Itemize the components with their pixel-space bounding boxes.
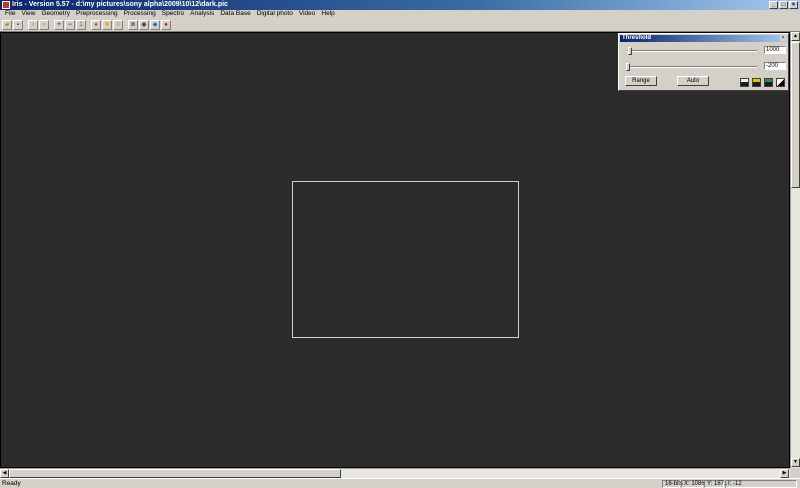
- selection-rectangle[interactable]: [292, 181, 519, 338]
- palette-yellow-icon[interactable]: [752, 78, 761, 87]
- title-bar: Iris - Version 5.57 - d:\my pictures\son…: [0, 0, 800, 10]
- menu-video[interactable]: Video: [296, 10, 319, 18]
- color-red-icon[interactable]: ●: [91, 19, 101, 30]
- low-threshold-slider-thumb[interactable]: [626, 63, 630, 71]
- palette-gray-icon[interactable]: [740, 78, 749, 87]
- close-button[interactable]: ×: [789, 1, 798, 9]
- horizontal-scrollbar[interactable]: ◀ ▶: [0, 468, 790, 478]
- low-threshold-input[interactable]: -200: [764, 62, 786, 70]
- app-icon: [2, 1, 10, 9]
- scroll-right-icon[interactable]: ▶: [780, 469, 789, 478]
- minimize-button[interactable]: _: [769, 1, 778, 9]
- vertical-scrollbar[interactable]: ▲ ▼: [790, 32, 800, 468]
- high-threshold-input[interactable]: 1000: [764, 46, 786, 54]
- menu-processing[interactable]: Processing: [121, 10, 159, 18]
- zoom-out-icon[interactable]: −: [65, 19, 75, 30]
- menu-analysis[interactable]: Analysis: [187, 10, 217, 18]
- save-icon[interactable]: ▪: [13, 19, 23, 30]
- menu-preprocessing[interactable]: Preprocessing: [73, 10, 121, 18]
- scroll-down-icon[interactable]: ▼: [791, 458, 800, 467]
- horizontal-scroll-thumb[interactable]: [9, 469, 341, 478]
- window-title: Iris - Version 5.57 - d:\my pictures\son…: [12, 1, 228, 8]
- threshold-panel: Threshold × 1000 -200 Range Auto: [618, 33, 789, 91]
- high-threshold-slider-thumb[interactable]: [628, 47, 632, 55]
- undo-icon[interactable]: ‹: [28, 19, 38, 30]
- maximize-button[interactable]: □: [779, 1, 788, 9]
- menu-file[interactable]: File: [2, 10, 18, 18]
- bit-depth-readout: 16-bits: [662, 480, 683, 488]
- threshold-title: Threshold: [620, 35, 787, 42]
- scroll-corner: [790, 468, 800, 478]
- menu-data-base[interactable]: Data Base: [217, 10, 253, 18]
- high-threshold-slider[interactable]: [627, 50, 757, 52]
- intensity-readout: I: -12: [725, 480, 797, 488]
- toolbar: ▰ ▪ ‹ › + − 1 ● ■ ≡ ≣ ◉ ◆ ●: [0, 18, 800, 32]
- zoom-1-icon[interactable]: 1: [76, 19, 86, 30]
- scroll-left-icon[interactable]: ◀: [0, 469, 9, 478]
- histogram-icon[interactable]: ≡: [113, 19, 123, 30]
- menu-geometry[interactable]: Geometry: [38, 10, 73, 18]
- status-bar: Ready 16-bits X: 1086 Y: 1871 I: -12: [0, 478, 800, 488]
- low-threshold-slider[interactable]: [627, 66, 757, 68]
- auto-button[interactable]: Auto: [677, 76, 709, 86]
- menu-help[interactable]: Help: [318, 10, 337, 18]
- x-coordinate-readout: X: 1086: [681, 480, 705, 488]
- camera-icon[interactable]: ◉: [139, 19, 149, 30]
- menu-bar: File View Geometry Preprocessing Process…: [0, 10, 800, 18]
- redo-icon[interactable]: ›: [39, 19, 49, 30]
- scroll-up-icon[interactable]: ▲: [791, 32, 800, 41]
- record-icon[interactable]: ●: [161, 19, 171, 30]
- y-coordinate-readout: Y: 1871: [704, 480, 727, 488]
- window-controls: _ □ ×: [769, 1, 798, 9]
- open-folder-icon[interactable]: ▰: [2, 19, 12, 30]
- menu-view[interactable]: View: [18, 10, 38, 18]
- status-text: Ready: [2, 480, 21, 487]
- menu-digital-photo[interactable]: Digital photo: [254, 10, 296, 18]
- list-icon[interactable]: ≣: [128, 19, 138, 30]
- threshold-close-icon[interactable]: ×: [780, 35, 786, 41]
- range-button[interactable]: Range: [625, 76, 657, 86]
- zoom-in-icon[interactable]: +: [54, 19, 64, 30]
- image-canvas[interactable]: [0, 32, 790, 468]
- palette-green-icon[interactable]: [764, 78, 773, 87]
- info-icon[interactable]: ◆: [150, 19, 160, 30]
- palette-invert-icon[interactable]: [776, 78, 785, 87]
- color-yellow-icon[interactable]: ■: [102, 19, 112, 30]
- vertical-scroll-thumb[interactable]: [791, 42, 800, 188]
- menu-spectro[interactable]: Spectro: [159, 10, 187, 18]
